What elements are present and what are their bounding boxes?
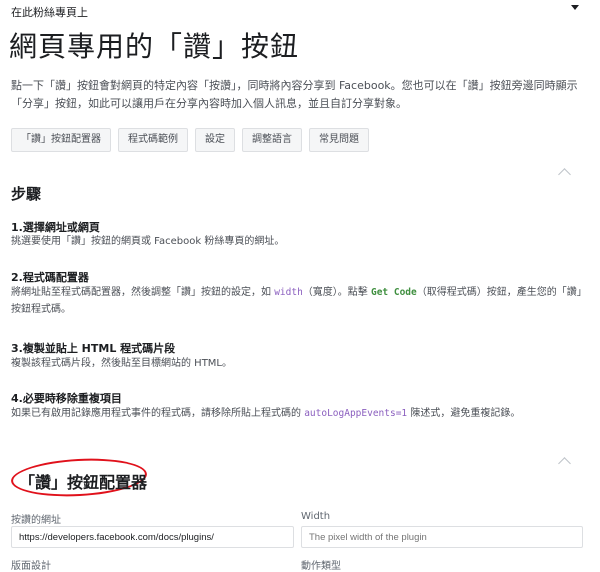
collapse-chevron-icon[interactable] — [558, 457, 571, 470]
step-4-title: 4.必要時移除重複項目 — [11, 392, 122, 405]
collapse-chevron-icon[interactable] — [558, 168, 571, 181]
width-label: Width — [301, 511, 331, 522]
url-label: 按讚的網址 — [11, 515, 61, 526]
caret-down-icon[interactable] — [571, 5, 579, 10]
tab-language[interactable]: 調整語言 — [242, 128, 302, 152]
step-4-desc-b: 陳述式，避免重複記錄。 — [407, 408, 521, 419]
step-4-desc-a: 如果已有啟用記錄應用程式事件的程式碼，請移除所貼上程式碼的 — [11, 408, 305, 419]
step-3-desc: 複製該程式碼片段，然後貼至目標網站的 HTML。 — [11, 358, 233, 369]
layout-label: 版面設計 — [11, 561, 51, 572]
tab-configurator[interactable]: 「讚」按鈕配置器 — [11, 128, 111, 152]
tab-code-examples[interactable]: 程式碼範例 — [118, 128, 188, 152]
width-input[interactable] — [301, 526, 583, 548]
code-auto-log: autoLogAppEvents=1 — [304, 408, 408, 419]
page-breadcrumb[interactable]: 在此粉絲專頁上 — [11, 4, 88, 20]
code-width: width — [274, 287, 303, 298]
step-4-desc: 如果已有啟用記錄應用程式事件的程式碼，請移除所貼上程式碼的 autoLogApp… — [11, 405, 591, 422]
steps-heading: 步驟 — [11, 185, 42, 203]
tab-settings[interactable]: 設定 — [195, 128, 235, 152]
step-1-desc: 挑選要使用「讚」按鈕的網頁或 Facebook 粉絲專頁的網址。 — [11, 236, 285, 247]
step-2-desc-a: 將網址貼至程式碼配置器，然後調整「讚」按鈕的設定，如 — [11, 287, 275, 298]
action-label: 動作類型 — [301, 561, 341, 572]
step-2-title: 2.程式碼配置器 — [11, 271, 89, 284]
code-get-code: Get Code — [370, 287, 417, 298]
step-3-title: 3.複製並貼上 HTML 程式碼片段 — [11, 342, 176, 355]
url-input[interactable] — [11, 526, 294, 548]
configurator-heading: 「讚」按鈕配置器 — [19, 473, 148, 492]
step-2-desc-b: （寬度）。點擊 — [302, 287, 371, 298]
tab-faq[interactable]: 常見問題 — [309, 128, 369, 152]
intro-text: 點一下「讚」按鈕會對網頁的特定內容「按讚」，同時將內容分享到 Facebook。… — [11, 79, 578, 110]
page-title: 網頁專用的「讚」按鈕 — [9, 30, 300, 63]
step-2-desc: 將網址貼至程式碼配置器，然後調整「讚」按鈕的設定，如 width（寬度）。點擊 … — [11, 284, 591, 318]
section-tabs: 「讚」按鈕配置器 程式碼範例 設定 調整語言 常見問題 — [11, 128, 369, 152]
